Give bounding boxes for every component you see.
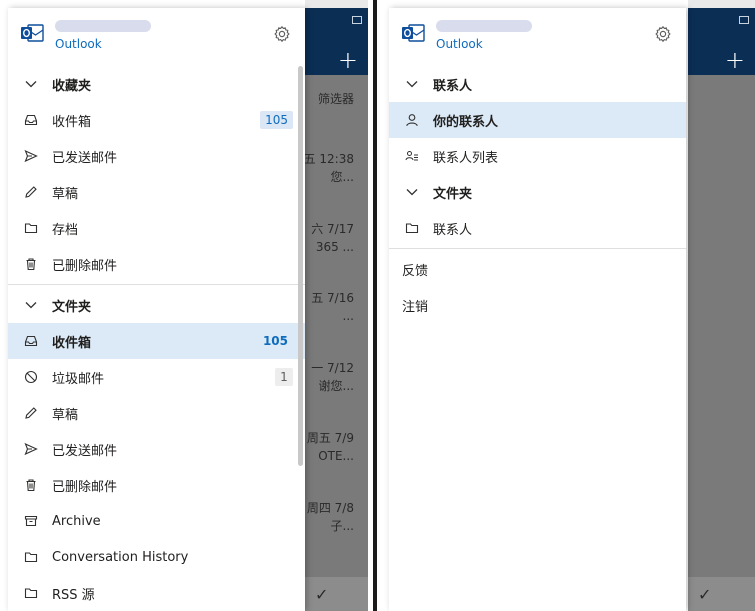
favorites-section-header[interactable]: 收藏夹	[8, 66, 305, 102]
favorites-item-label: 收件箱	[52, 114, 92, 130]
folder-item-drafts[interactable]: 草稿	[8, 395, 305, 431]
blocked-icon	[24, 370, 38, 384]
outlook-logo-icon	[21, 24, 44, 42]
pencil-icon	[24, 406, 38, 420]
background-header: +	[688, 8, 755, 75]
folder-item-inbox[interactable]: 收件箱 105	[8, 323, 305, 359]
chevron-down-icon	[405, 185, 419, 199]
background-contacts-list: + ✓	[688, 0, 755, 611]
contacts-item-label: 联系人列表	[433, 150, 499, 166]
account-name-redacted	[55, 20, 151, 32]
trash-icon	[24, 257, 38, 271]
background-mail-list: + 筛选器 五 12:38 您... 六 7/17 365 ... 五 7/16…	[304, 0, 368, 611]
folder-item-contacts[interactable]: 联系人	[389, 210, 686, 246]
folder-item-sent[interactable]: 已发送邮件	[8, 431, 305, 467]
settings-gear-icon[interactable]	[273, 25, 291, 43]
inbox-icon	[24, 113, 38, 127]
folder-item-rss[interactable]: RSS 源	[8, 575, 305, 611]
folder-item-deleted[interactable]: 已删除邮件	[8, 467, 305, 503]
pencil-icon	[24, 185, 38, 199]
popout-icon	[739, 16, 749, 24]
folder-item-junk[interactable]: 垃圾邮件 1	[8, 359, 305, 395]
folder-item-conversation-history[interactable]: Conversation History	[8, 539, 305, 575]
favorites-item-deleted[interactable]: 已删除邮件	[8, 246, 305, 282]
folders-title: 文件夹	[433, 186, 473, 202]
favorites-item-label: 已删除邮件	[52, 258, 118, 274]
left-screenshot: + 筛选器 五 12:38 您... 六 7/17 365 ... 五 7/16…	[0, 0, 368, 611]
folder-icon	[405, 221, 419, 235]
person-icon	[405, 113, 419, 127]
folder-item-label: Archive	[52, 513, 101, 529]
folders-title: 文件夹	[52, 299, 92, 315]
drawer-header: Outlook	[389, 8, 686, 66]
favorites-item-archive[interactable]: 存档	[8, 210, 305, 246]
drawer-header: Outlook	[8, 8, 305, 66]
favorites-title: 收藏夹	[52, 78, 92, 94]
contacts-title: 联系人	[433, 78, 473, 94]
archive-box-icon	[24, 514, 38, 528]
folder-item-label: Conversation History	[52, 549, 189, 565]
folder-item-archive[interactable]: Archive	[8, 503, 305, 539]
chevron-down-icon	[24, 77, 38, 91]
folder-item-label: 已删除邮件	[52, 479, 118, 495]
feedback-label: 反馈	[402, 263, 429, 279]
folders-section-header[interactable]: 文件夹	[389, 174, 686, 210]
contact-list-icon	[405, 149, 419, 163]
folder-icon	[24, 550, 38, 564]
favorites-item-label: 存档	[52, 222, 79, 238]
unread-count-badge: 1	[275, 368, 293, 386]
navigation-drawer: Outlook 联系人 你的联系人 联系人列表 文件夹 联系人 反馈 注销	[389, 8, 686, 611]
folder-item-label: 垃圾邮件	[52, 371, 105, 387]
folder-item-label: 收件箱	[52, 335, 92, 351]
drawer-scrollbar[interactable]	[298, 66, 303, 466]
folders-section-header[interactable]: 文件夹	[8, 287, 305, 323]
new-mail-icon: +	[337, 46, 358, 74]
folder-icon	[24, 586, 38, 600]
favorites-item-inbox[interactable]: 收件箱 105	[8, 102, 305, 138]
chevron-down-icon	[405, 77, 419, 91]
app-name: Outlook	[436, 37, 483, 51]
contacts-item-label: 你的联系人	[433, 114, 499, 130]
settings-gear-icon[interactable]	[654, 25, 672, 43]
send-icon	[24, 149, 38, 163]
outlook-logo-icon	[402, 24, 425, 42]
popout-icon	[352, 16, 362, 24]
new-contact-icon: +	[724, 46, 745, 74]
folder-item-label: 已发送邮件	[52, 443, 118, 459]
check-icon[interactable]: ✓	[315, 585, 328, 604]
background-header: +	[305, 8, 368, 75]
inbox-icon	[24, 334, 38, 348]
favorites-item-label: 已发送邮件	[52, 150, 118, 166]
folder-icon	[24, 221, 38, 235]
app-name: Outlook	[55, 37, 102, 51]
chevron-down-icon	[24, 298, 38, 312]
contacts-item-contact-lists[interactable]: 联系人列表	[389, 138, 686, 174]
signout-link[interactable]: 注销	[389, 287, 686, 323]
favorites-item-drafts[interactable]: 草稿	[8, 174, 305, 210]
folder-item-label: 草稿	[52, 407, 79, 423]
screenshot-divider	[368, 0, 383, 611]
favorites-item-sent[interactable]: 已发送邮件	[8, 138, 305, 174]
unread-count-badge: 105	[260, 111, 293, 129]
unread-count-badge: 105	[262, 334, 288, 348]
section-divider	[8, 284, 305, 285]
contacts-item-your-contacts[interactable]: 你的联系人	[389, 102, 686, 138]
trash-icon	[24, 478, 38, 492]
contacts-section-header[interactable]: 联系人	[389, 66, 686, 102]
folder-item-label: 联系人	[433, 222, 473, 238]
background-filter-text: 筛选器	[317, 92, 354, 106]
send-icon	[24, 442, 38, 456]
feedback-link[interactable]: 反馈	[389, 251, 686, 287]
navigation-drawer: Outlook 收藏夹 收件箱 105 已发送邮件 草稿 存档 已删除邮件 文件…	[8, 8, 305, 611]
account-name-redacted	[436, 20, 532, 32]
section-divider	[389, 248, 686, 249]
check-icon[interactable]: ✓	[698, 585, 711, 604]
right-screenshot: + ✓ Outlook 联系人 你的联系人 联系人列表 文件夹 联系人 反馈 注…	[383, 0, 755, 611]
signout-label: 注销	[402, 299, 429, 315]
folder-item-label: RSS 源	[52, 587, 95, 603]
favorites-item-label: 草稿	[52, 186, 79, 202]
